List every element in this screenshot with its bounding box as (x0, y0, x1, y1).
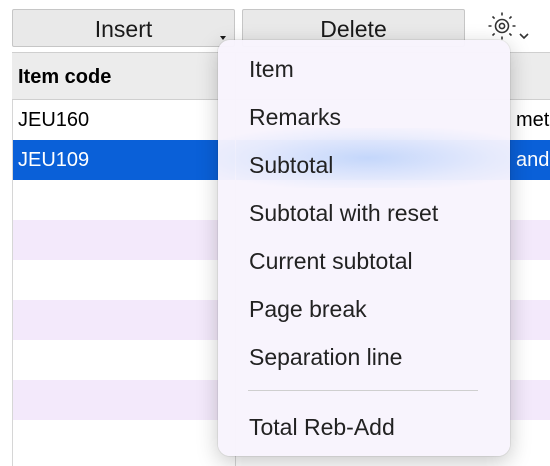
delete-button-label: Delete (320, 16, 387, 42)
menu-item-subtotal-with-reset[interactable]: Subtotal with reset (218, 191, 510, 235)
menu-item-subtotal[interactable]: Subtotal (218, 143, 510, 187)
insert-dropdown-menu: Item Remarks Subtotal Subtotal with rese… (218, 40, 510, 456)
menu-item-remarks[interactable]: Remarks (218, 95, 510, 139)
menu-item-item[interactable]: Item (218, 47, 510, 91)
item-code-cell: JEU109 (18, 149, 90, 171)
menu-separator (248, 390, 478, 391)
chevron-down-icon (519, 33, 529, 40)
column-header-item-code[interactable]: Item code (18, 66, 111, 89)
menu-item-page-break[interactable]: Page break (218, 287, 510, 331)
item-code-cell: JEU160 (18, 109, 90, 131)
table-left-border (12, 100, 13, 466)
insert-button-label: Insert (94, 16, 153, 42)
insert-button[interactable]: Insert (12, 9, 235, 47)
menu-item-current-subtotal[interactable]: Current subtotal (218, 239, 510, 283)
item-description-cell: and (516, 149, 550, 171)
item-description-cell: mete (516, 109, 550, 131)
menu-item-total-reb-add[interactable]: Total Reb-Add (218, 405, 510, 449)
dropdown-caret-icon (220, 36, 226, 40)
menu-item-separation-line[interactable]: Separation line (218, 335, 510, 379)
